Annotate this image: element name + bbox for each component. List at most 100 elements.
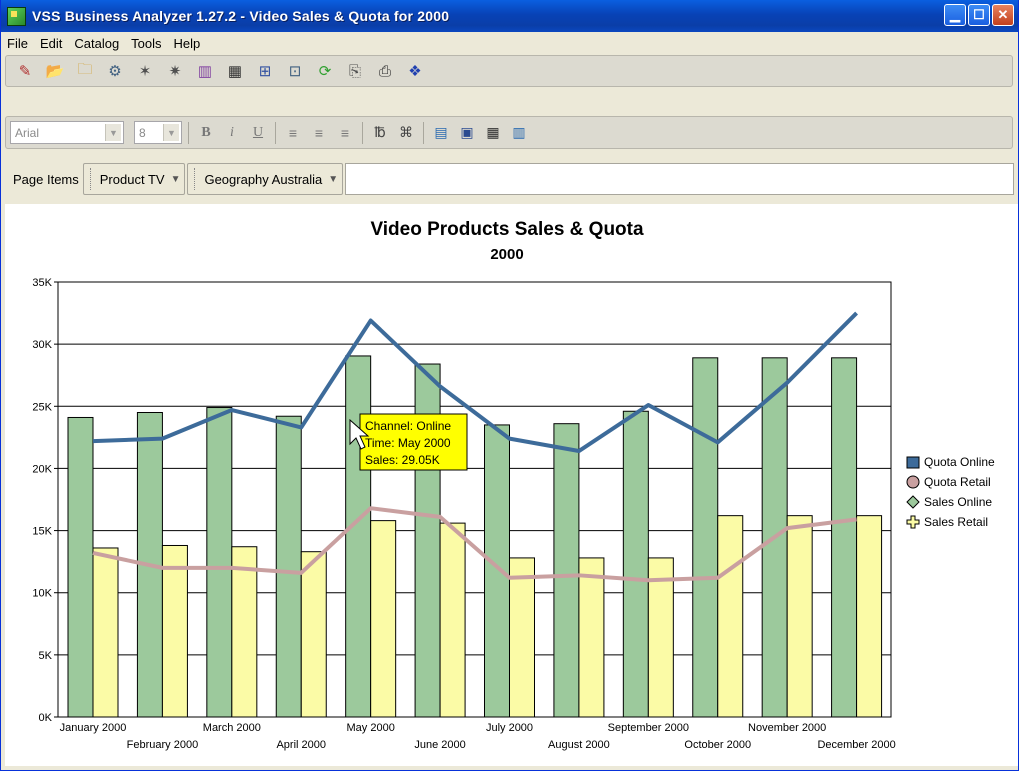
menu-edit[interactable]: Edit bbox=[34, 36, 68, 51]
legend-label: Sales Retail bbox=[924, 515, 988, 529]
wizard-alt-icon[interactable]: ✷ bbox=[164, 61, 186, 81]
text-style-icon[interactable]: ℔ bbox=[369, 122, 391, 144]
align-left-icon[interactable]: ≡ bbox=[282, 122, 304, 144]
tooltip-line-time: Time: May 2000 bbox=[365, 436, 451, 450]
y-tick-label: 30K bbox=[32, 339, 52, 351]
chart-table-icon[interactable]: ▥ bbox=[508, 122, 530, 144]
catalog-folder-icon[interactable]: 🗀 bbox=[74, 61, 96, 81]
drag-handle[interactable] bbox=[194, 168, 198, 190]
x-tick-label: February 2000 bbox=[127, 739, 199, 751]
new-report-icon[interactable]: ✎ bbox=[14, 61, 36, 81]
separator bbox=[188, 121, 189, 144]
separator bbox=[362, 121, 363, 144]
menu-catalog[interactable]: Catalog bbox=[68, 36, 125, 51]
chart-area: Video Products Sales & Quota 2000 0K 5K 10… bbox=[5, 204, 1018, 766]
y-tick-label: 0K bbox=[39, 712, 53, 724]
chevron-down-icon[interactable]: ▼ bbox=[171, 174, 181, 185]
bar-chart-icon[interactable]: ▥ bbox=[194, 61, 216, 81]
bar-sales-retail bbox=[509, 557, 535, 718]
close-button[interactable]: ✕ bbox=[992, 4, 1014, 26]
page-items-label: Page Items bbox=[13, 171, 79, 187]
italic-icon[interactable]: i bbox=[221, 122, 243, 144]
export-icon[interactable]: ⎘ bbox=[344, 61, 366, 81]
maximize-button[interactable]: ☐ bbox=[968, 4, 990, 26]
bar-sales-retail bbox=[717, 515, 744, 718]
x-tick-label: May 2000 bbox=[347, 722, 395, 734]
wizard-icon[interactable]: ✶ bbox=[134, 61, 156, 81]
x-tick-label: November 2000 bbox=[748, 722, 826, 734]
help-book-icon[interactable]: ❖ bbox=[404, 61, 426, 81]
product-page-item[interactable]: Product TV ▼ bbox=[82, 163, 186, 195]
format-painter-icon[interactable]: ⌘ bbox=[395, 122, 417, 144]
app-icon bbox=[7, 6, 26, 26]
x-tick-label: October 2000 bbox=[684, 739, 751, 751]
bar-sales-online bbox=[206, 407, 233, 718]
separator bbox=[275, 121, 276, 144]
chevron-down-icon: ▼ bbox=[163, 124, 179, 141]
maximize-icon: ☐ bbox=[973, 7, 985, 22]
table-view-icon[interactable]: ▣ bbox=[456, 122, 478, 144]
window-title: VSS Business Analyzer 1.27.2 - Video Sal… bbox=[32, 8, 450, 24]
print-icon[interactable]: ⎙ bbox=[374, 61, 396, 81]
bar-sales-retail bbox=[92, 547, 119, 718]
y-tick-label: 10K bbox=[32, 588, 52, 600]
underline-icon[interactable]: U bbox=[247, 122, 269, 144]
title-bar[interactable]: VSS Business Analyzer 1.27.2 - Video Sal… bbox=[1, 0, 1018, 32]
window-controls: ▁ ☐ ✕ bbox=[944, 4, 1014, 26]
pivot-icon[interactable]: ⊞ bbox=[254, 61, 276, 81]
query-icon[interactable]: ⊡ bbox=[284, 61, 306, 81]
bar-sales-retail bbox=[231, 546, 258, 718]
font-size-select[interactable]: 8 ▼ bbox=[134, 121, 182, 144]
separator bbox=[423, 121, 424, 144]
bar-sales-retail bbox=[300, 551, 327, 718]
bar-sales-online bbox=[553, 423, 580, 718]
close-icon: ✕ bbox=[997, 7, 1009, 22]
chart-subtitle: 2000 bbox=[490, 246, 523, 263]
x-tick-label: January 2000 bbox=[60, 722, 127, 734]
align-center-icon[interactable]: ≡ bbox=[308, 122, 330, 144]
bold-icon[interactable]: B bbox=[195, 122, 217, 144]
table-icon[interactable]: ▦ bbox=[224, 61, 246, 81]
drag-handle[interactable] bbox=[89, 168, 94, 190]
grid-view-icon[interactable]: ▦ bbox=[482, 122, 504, 144]
bar-sales-retail bbox=[370, 520, 397, 718]
y-tick-label: 20K bbox=[32, 463, 52, 475]
dimensions-icon[interactable]: ⚙ bbox=[104, 61, 126, 81]
main-toolbar: ✎ 📂 🗀 ⚙ ✶ ✷ ▥ ▦ ⊞ ⊡ ⟳ ⎘ ⎙ ❖ bbox=[5, 55, 1013, 87]
geography-value: Geography Australia bbox=[204, 171, 323, 187]
bar-sales-online bbox=[622, 410, 649, 718]
chart-view-icon[interactable]: ▤ bbox=[430, 122, 452, 144]
font-size-value: 8 bbox=[139, 125, 146, 140]
chevron-down-icon: ▼ bbox=[105, 124, 121, 141]
page-items-drop-area[interactable] bbox=[345, 163, 1014, 195]
align-right-icon[interactable]: ≡ bbox=[334, 122, 356, 144]
x-tick-label: March 2000 bbox=[203, 722, 261, 734]
data-tooltip: Channel: Online Time: May 2000 Sales: 29… bbox=[349, 413, 468, 471]
format-toolbar: Arial ▼ 8 ▼ B i U ≡ ≡ ≡ ℔ ⌘ ▤ ▣ ▦ ▥ bbox=[5, 116, 1013, 149]
x-tick-label: July 2000 bbox=[486, 722, 533, 734]
bar-sales-online bbox=[67, 416, 94, 718]
minimize-icon: ▁ bbox=[950, 7, 960, 22]
chevron-down-icon[interactable]: ▼ bbox=[328, 174, 338, 185]
x-tick-label: December 2000 bbox=[817, 739, 895, 751]
bar-sales-online bbox=[275, 415, 302, 718]
font-family-select[interactable]: Arial ▼ bbox=[10, 121, 124, 144]
legend-swatch-quota-retail bbox=[906, 475, 920, 489]
page-items-bar: Page Items Product TV ▼ Geography Austra… bbox=[5, 159, 1018, 199]
minimize-button[interactable]: ▁ bbox=[944, 4, 966, 26]
menu-tools[interactable]: Tools bbox=[125, 36, 167, 51]
geography-page-item[interactable]: Geography Australia ▼ bbox=[187, 163, 344, 195]
refresh-icon[interactable]: ⟳ bbox=[314, 61, 336, 81]
legend-label: Quota Online bbox=[924, 455, 995, 469]
bar-sales-retail bbox=[161, 544, 188, 718]
menu-file[interactable]: File bbox=[1, 36, 34, 51]
chart-legend: Quota Online Quota Retail Sales Online Sale… bbox=[906, 455, 995, 529]
bar-sales-online bbox=[831, 357, 858, 718]
tooltip-line-channel: Channel: Online bbox=[365, 419, 451, 433]
app-window: VSS Business Analyzer 1.27.2 - Video Sal… bbox=[0, 0, 1019, 771]
menu-help[interactable]: Help bbox=[168, 36, 207, 51]
product-value: Product TV bbox=[99, 171, 165, 187]
open-folder-icon[interactable]: 📂 bbox=[44, 61, 66, 81]
legend-label: Sales Online bbox=[924, 495, 992, 509]
y-tick-label: 15K bbox=[32, 526, 52, 538]
